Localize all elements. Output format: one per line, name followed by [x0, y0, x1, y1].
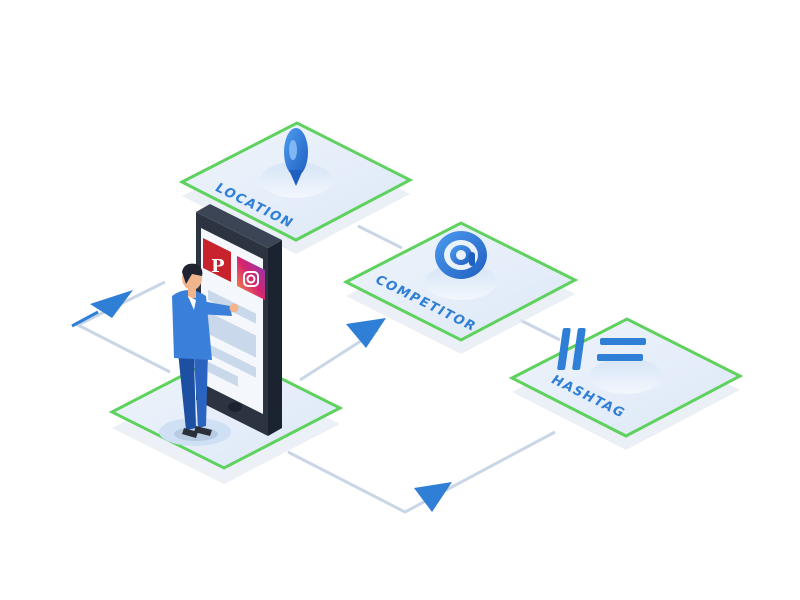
smartphone: P: [196, 204, 282, 436]
svg-text:P: P: [211, 256, 225, 277]
platform-hashtag: HASHTAG: [508, 317, 744, 450]
diagram-canvas: LOCATION COMPETITOR HASHTAG P: [71, 121, 744, 514]
arrow-left: [71, 290, 133, 328]
arrow-to-competitor: [346, 318, 386, 348]
arrow-to-hashtag: [414, 482, 452, 512]
connector-location-competitor: [357, 224, 403, 250]
home-button: [228, 402, 242, 412]
connector-base-hashtag: [287, 430, 556, 514]
connector-competitor-hashtag: [519, 318, 561, 342]
at-sign-icon: [435, 231, 487, 279]
platform-competitor: COMPETITOR: [342, 221, 579, 354]
